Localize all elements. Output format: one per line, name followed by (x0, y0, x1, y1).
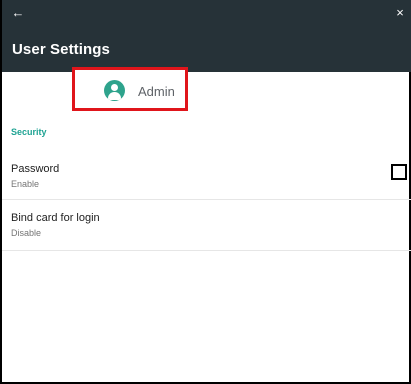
window-frame: ← × User Settings Admin Security Passwor… (0, 0, 411, 384)
person-icon (104, 80, 125, 101)
password-toggle-checkbox[interactable] (391, 164, 407, 180)
password-setting[interactable]: Password Enable (2, 151, 409, 201)
back-arrow-icon: ← (11, 4, 25, 20)
bind-card-label: Bind card for login (11, 212, 100, 224)
close-button[interactable]: × (391, 2, 409, 22)
page-title: User Settings (12, 41, 110, 58)
username: Admin (138, 84, 175, 99)
password-value: Enable (11, 179, 40, 189)
app-bar: ← × User Settings (2, 0, 411, 72)
divider (2, 250, 411, 251)
back-button[interactable]: ← (8, 2, 28, 22)
bind-card-setting[interactable]: Bind card for login Disable (2, 200, 409, 250)
security-section-header: Security (11, 127, 47, 137)
password-label: Password (11, 163, 60, 175)
bind-card-value: Disable (11, 228, 42, 238)
close-icon: × (396, 4, 404, 20)
profile-highlight[interactable]: Admin (72, 67, 188, 111)
